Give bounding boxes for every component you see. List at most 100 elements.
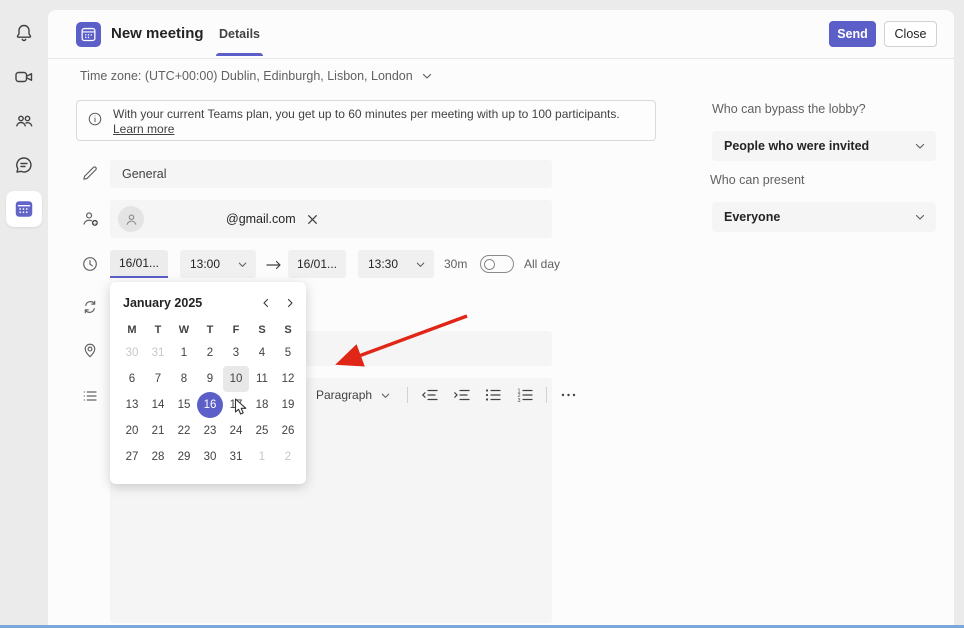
weekday-label: W — [171, 320, 197, 340]
calendar-day[interactable]: 14 — [145, 392, 171, 418]
paragraph-style-select[interactable]: Paragraph — [310, 384, 397, 406]
calendar-day[interactable]: 29 — [171, 444, 197, 470]
pencil-icon — [80, 164, 100, 182]
chevron-down-icon — [415, 259, 426, 270]
calendar-day[interactable]: 16 — [197, 392, 223, 418]
calendar-day[interactable]: 11 — [249, 366, 275, 392]
present-dropdown-value: Everyone — [724, 210, 780, 224]
svg-text:3: 3 — [518, 398, 521, 402]
next-month-icon[interactable] — [284, 297, 296, 309]
sidebar-item-meetings[interactable] — [0, 55, 48, 99]
calendar-day[interactable]: 28 — [145, 444, 171, 470]
calendar-day[interactable]: 9 — [197, 366, 223, 392]
start-time-select[interactable]: 13:00 — [180, 250, 256, 278]
chevron-down-icon — [914, 140, 926, 152]
calendar-day[interactable]: 25 — [249, 418, 275, 444]
present-dropdown[interactable]: Everyone — [712, 202, 936, 232]
all-day-label: All day — [524, 257, 560, 271]
plan-info-banner: With your current Teams plan, you get up… — [76, 100, 656, 141]
calendar-day[interactable]: 10 — [223, 366, 249, 392]
calendar-day[interactable]: 19 — [275, 392, 301, 418]
date-picker-popup: January 2025 MTWTFSS 3031123456789101112… — [110, 282, 306, 484]
calendar-day[interactable]: 23 — [197, 418, 223, 444]
bullet-list-icon[interactable] — [482, 384, 504, 406]
calendar-day[interactable]: 1 — [249, 444, 275, 470]
banner-text: With your current Teams plan, you get up… — [113, 107, 620, 121]
learn-more-link[interactable]: Learn more — [113, 122, 174, 137]
prev-month-icon[interactable] — [260, 297, 272, 309]
indent-icon[interactable] — [450, 384, 472, 406]
calendar-month-label: January 2025 — [119, 296, 260, 310]
calendar-day-grid: 3031123456789101112131415161718192021222… — [119, 340, 306, 470]
calendar-day[interactable]: 21 — [145, 418, 171, 444]
attendee-avatar — [118, 206, 144, 232]
calendar-day[interactable]: 15 — [171, 392, 197, 418]
end-time-select[interactable]: 13:30 — [358, 250, 434, 278]
header: New meeting Details Send Close — [48, 10, 954, 58]
lobby-dropdown[interactable]: People who were invited — [712, 131, 936, 161]
datetime-row: 16/01... 13:00 16/01... 13:30 30m All da… — [48, 250, 954, 280]
all-day-toggle[interactable] — [480, 255, 514, 273]
chevron-down-icon — [914, 211, 926, 223]
duration-label: 30m — [444, 257, 467, 271]
info-icon — [87, 111, 103, 134]
close-button[interactable]: Close — [884, 21, 937, 47]
add-attendees-icon — [80, 209, 100, 228]
calendar-day[interactable]: 5 — [275, 340, 301, 366]
timezone-label: Time zone: (UTC+00:00) Dublin, Edinburgh… — [80, 69, 413, 83]
tab-details[interactable]: Details — [216, 10, 263, 58]
sidebar-item-calendar[interactable] — [0, 187, 48, 231]
calendar-day[interactable]: 3 — [223, 340, 249, 366]
calendar-day[interactable]: 2 — [275, 444, 301, 470]
sidebar-item-teams[interactable] — [0, 99, 48, 143]
calendar-day[interactable]: 13 — [119, 392, 145, 418]
calendar-day[interactable]: 30 — [119, 340, 145, 366]
calendar-day[interactable]: 1 — [171, 340, 197, 366]
page-title: New meeting — [111, 25, 204, 42]
weekday-label: S — [249, 320, 275, 340]
teams-people-icon — [14, 111, 34, 131]
teams-new-meeting-window: New meeting Details Send Close Time zone… — [0, 0, 964, 628]
send-button[interactable]: Send — [829, 21, 876, 47]
paragraph-label: Paragraph — [316, 388, 372, 402]
calendar-day[interactable]: 4 — [249, 340, 275, 366]
calendar-day[interactable]: 17 — [223, 392, 249, 418]
timezone-selector[interactable]: Time zone: (UTC+00:00) Dublin, Edinburgh… — [48, 58, 954, 92]
lobby-question-label: Who can bypass the lobby? — [712, 102, 866, 116]
calendar-day[interactable]: 20 — [119, 418, 145, 444]
calendar-day[interactable]: 2 — [197, 340, 223, 366]
editor-toolbar: Paragraph 123 — [310, 384, 579, 406]
calendar-day[interactable]: 31 — [145, 340, 171, 366]
bell-icon — [14, 23, 34, 43]
more-options-icon[interactable] — [557, 384, 579, 406]
start-date-input[interactable]: 16/01... — [110, 250, 168, 278]
calendar-day[interactable]: 8 — [171, 366, 197, 392]
numbered-list-icon[interactable]: 123 — [514, 384, 536, 406]
toolbar-divider — [546, 387, 547, 403]
start-time-value: 13:00 — [190, 257, 220, 271]
weekday-label: M — [119, 320, 145, 340]
location-icon — [80, 341, 100, 359]
sidebar-item-chat[interactable] — [0, 143, 48, 187]
calendar-icon — [13, 198, 35, 220]
redacted-email-prefix — [152, 213, 224, 225]
calendar-day[interactable]: 31 — [223, 444, 249, 470]
calendar-day[interactable]: 7 — [145, 366, 171, 392]
end-time-value: 13:30 — [368, 257, 398, 271]
meeting-title-input[interactable]: General — [110, 160, 552, 188]
sidebar-item-activity[interactable] — [0, 11, 48, 55]
calendar-day[interactable]: 24 — [223, 418, 249, 444]
outdent-icon[interactable] — [418, 384, 440, 406]
calendar-day[interactable]: 22 — [171, 418, 197, 444]
calendar-day[interactable]: 30 — [197, 444, 223, 470]
calendar-day[interactable]: 27 — [119, 444, 145, 470]
end-date-input[interactable]: 16/01... — [288, 250, 346, 278]
remove-attendee-icon[interactable] — [306, 213, 319, 226]
calendar-day[interactable]: 18 — [249, 392, 275, 418]
attendee-email: @gmail.com — [226, 212, 296, 226]
calendar-day[interactable]: 6 — [119, 366, 145, 392]
attendees-input[interactable]: @gmail.com — [110, 200, 552, 238]
calendar-day[interactable]: 12 — [275, 366, 301, 392]
calendar-day[interactable]: 26 — [275, 418, 301, 444]
recurrence-icon[interactable] — [80, 298, 100, 316]
